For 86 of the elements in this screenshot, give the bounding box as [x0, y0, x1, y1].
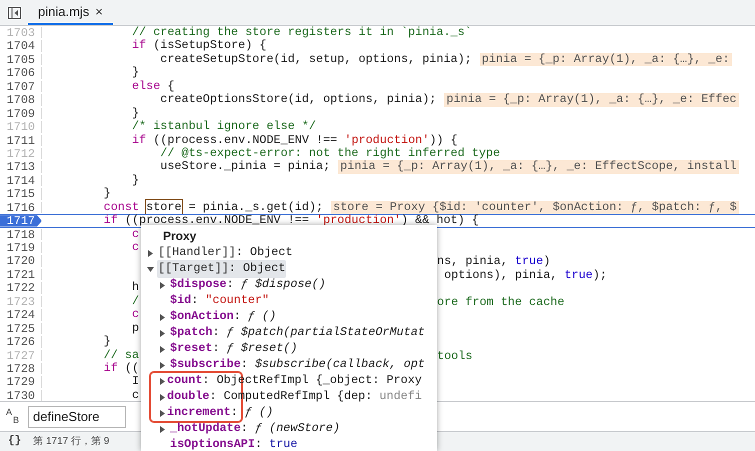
property-row[interactable]: [[Target]]: Object — [157, 260, 286, 278]
code-text: c — [130, 228, 140, 242]
line-number[interactable]: 1729 — [0, 376, 42, 388]
replace-toggle[interactable]: A B — [6, 408, 22, 424]
line-number[interactable]: 1708 — [0, 94, 42, 106]
line-number[interactable]: 1719 — [0, 242, 42, 254]
code-text: options), pinia, true); — [443, 268, 607, 282]
file-tab[interactable]: pinia.mjs × — [28, 0, 113, 25]
collapsed-triangle-icon[interactable] — [159, 282, 166, 288]
collapsed-triangle-icon[interactable] — [159, 426, 166, 432]
property-row[interactable]: $subscribe: $subscribe(callback, opt — [169, 356, 426, 374]
cursor-position: 第 1717 行，第 9 — [33, 435, 110, 449]
property-row[interactable]: $reset: ƒ $reset() — [169, 340, 298, 358]
property-row[interactable]: $dispose: ƒ $dispose() — [169, 276, 327, 294]
code-text: } — [130, 106, 140, 120]
code-text: } — [130, 66, 140, 80]
collapsed-triangle-icon[interactable] — [159, 394, 166, 400]
line-number[interactable]: 1706 — [0, 67, 42, 79]
collapsed-triangle-icon[interactable] — [159, 362, 166, 368]
line-number[interactable]: 1711 — [0, 134, 42, 146]
property-row[interactable]: [[Handler]]: Object — [157, 244, 294, 262]
line-number[interactable]: 1728 — [0, 362, 42, 374]
inline-value-hint: store = Proxy {$id: 'counter', $onAction: ƒ, $patch: ƒ, $ — [331, 200, 739, 214]
close-icon[interactable]: × — [95, 2, 103, 22]
line-number[interactable]: 1709 — [0, 108, 42, 120]
line-number[interactable]: 1720 — [0, 255, 42, 267]
line-number[interactable]: 1726 — [0, 336, 42, 348]
code-text: h — [130, 281, 140, 295]
collapsed-triangle-icon[interactable] — [159, 378, 166, 384]
collapsed-triangle-icon[interactable] — [159, 346, 166, 352]
code-text: useStore._pinia = pinia; — [159, 160, 330, 174]
line-number[interactable]: 1721 — [0, 268, 42, 280]
collapsed-triangle-icon[interactable] — [159, 410, 166, 416]
code-text: c — [130, 388, 140, 401]
line-number[interactable]: 1722 — [0, 282, 42, 294]
code-text: c — [130, 308, 140, 322]
inline-value-hint: pinia = {_p: Array(1), _a: {…}, _e: Effec — [444, 93, 739, 107]
code-text: I — [130, 375, 140, 389]
code-text: createOptionsStore(id, options, pinia); — [159, 93, 436, 107]
inline-value-hint: pinia = {_p: Array(1), _a: {…}, _e: — [480, 52, 732, 66]
code-text: if ((process.env.NODE_ENV !== 'production') && hot) { — [102, 214, 479, 228]
code-text: p — [130, 322, 140, 336]
code-text: createSetupStore(id, setup, options, pinia); — [159, 52, 472, 66]
code-text: ore from the cache — [437, 296, 564, 310]
code-text: else { — [130, 80, 174, 94]
code-text: // creating the store registers it in `pinia._s` — [130, 26, 472, 40]
code-text: // @ts-expect-error: not the right inferred type — [159, 146, 500, 160]
code-text: tools — [437, 350, 472, 363]
code-text: if ((process.env.NODE_ENV !== 'production')) { — [130, 134, 458, 147]
collapsed-triangle-icon[interactable] — [159, 314, 166, 320]
line-number[interactable]: 1714 — [0, 174, 42, 186]
code-text: // sa — [102, 348, 140, 362]
search-field[interactable]: defineStore — [28, 406, 126, 428]
property-row[interactable]: $id: "counter" — [169, 292, 270, 310]
property-row[interactable]: _hotUpdate: ƒ (newStore) — [169, 420, 341, 438]
collapsed-triangle-icon[interactable] — [159, 330, 166, 336]
property-row[interactable]: $patch: ƒ $patch(partialStateOrMutat — [169, 324, 426, 342]
line-number[interactable]: 1716 — [0, 202, 42, 214]
format-button[interactable]: {} — [8, 433, 22, 450]
popup-title: Proxy — [162, 228, 198, 245]
sidebar-toggle-icon[interactable] — [8, 6, 20, 18]
code-text: ns, pinia, true) — [437, 255, 550, 269]
code-text: if (( — [102, 362, 140, 376]
collapsed-triangle-icon[interactable] — [147, 250, 154, 256]
line-number[interactable]: 1704 — [0, 40, 42, 52]
code-text: if (isSetupStore) { — [130, 39, 266, 53]
property-row[interactable]: $onAction: ƒ () — [169, 308, 278, 326]
code-text: /* istanbul ignore else */ — [130, 120, 316, 134]
line-number[interactable]: 1724 — [0, 309, 42, 321]
line-number[interactable]: 1715 — [0, 188, 42, 200]
line-number[interactable]: 1705 — [0, 54, 42, 66]
code-text: } — [102, 335, 111, 349]
code-text: c — [130, 241, 140, 254]
line-number[interactable]: 1725 — [0, 322, 42, 334]
code-text: } — [102, 187, 111, 201]
property-row[interactable]: isOptionsAPI: true — [169, 436, 298, 451]
line-number[interactable]: 1707 — [0, 80, 42, 92]
expanded-triangle-icon[interactable] — [147, 266, 154, 272]
line-number[interactable]: 1718 — [0, 228, 42, 240]
code-text: / — [130, 294, 140, 308]
inline-value-hint: pinia = {_p: Array(1), _a: {…}, _e: EffectScope, install — [338, 160, 739, 174]
line-number[interactable]: 1717 — [0, 215, 42, 227]
property-row[interactable]: increment: ƒ () — [166, 404, 274, 422]
code-text: } — [130, 174, 140, 188]
line-number[interactable]: 1713 — [0, 161, 42, 173]
code-text: const store = pinia._s.get(id); — [102, 200, 324, 214]
